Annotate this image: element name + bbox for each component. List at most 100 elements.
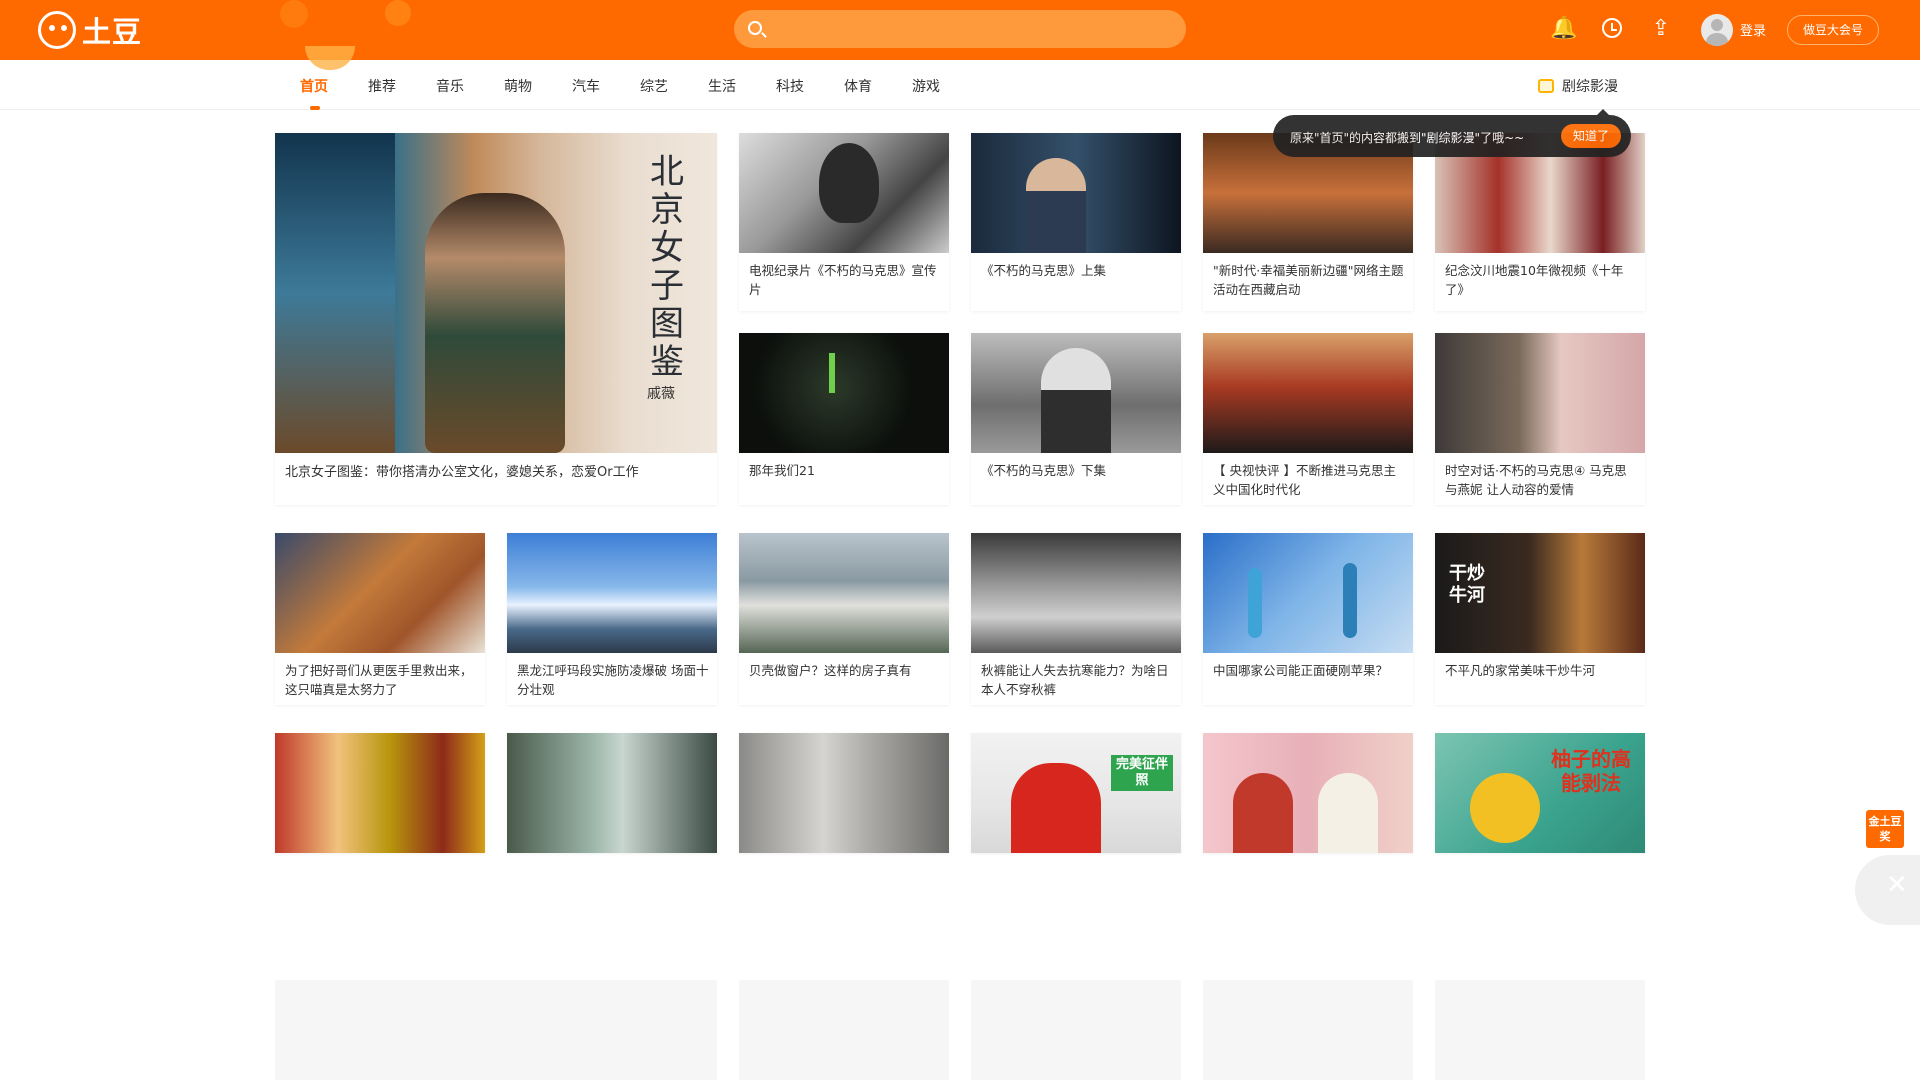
search-icon[interactable]	[748, 21, 762, 35]
tooltip-text: 原来"首页"的内容都搬到"剧综影漫"了哦~~	[1290, 131, 1525, 145]
tv-icon	[1538, 79, 1554, 93]
loading-placeholder	[1203, 980, 1413, 1080]
video-card[interactable]	[739, 733, 949, 853]
video-card[interactable]: 干炒牛河 不平凡的家常美味干炒牛河	[1435, 533, 1645, 705]
video-title[interactable]: 贝壳做窗户？这样的房子真有	[749, 661, 941, 680]
upload-icon[interactable]: ⇪	[1648, 16, 1674, 42]
loading-placeholder	[739, 980, 949, 1080]
video-card[interactable]: 《不朽的马克思》下集	[971, 333, 1181, 505]
thumbnail-art	[275, 133, 395, 453]
video-thumbnail[interactable]: 完美征伴照	[971, 733, 1181, 853]
video-thumbnail[interactable]	[971, 533, 1181, 653]
migration-tooltip: 原来"首页"的内容都搬到"剧综影漫"了哦~~ 知道了	[1273, 109, 1631, 157]
video-card[interactable]: 时空对话·不朽的马克思④ 马克思与燕妮 让人动容的爱情	[1435, 333, 1645, 505]
video-thumbnail[interactable]: 北京女子图鉴 戚薇	[275, 133, 717, 453]
video-title[interactable]: "新时代·幸福美丽新边疆"网络主题活动在西藏启动	[1213, 261, 1405, 299]
thumbnail-art	[1233, 773, 1293, 853]
video-thumbnail[interactable]	[507, 733, 717, 853]
video-card[interactable]: 贝壳做窗户？这样的房子真有	[739, 533, 949, 705]
video-title[interactable]: 不平凡的家常美味干炒牛河	[1445, 661, 1637, 680]
video-title[interactable]: 《不朽的马克思》上集	[981, 261, 1173, 280]
video-card[interactable]	[507, 733, 717, 853]
video-card[interactable]: 中国哪家公司能正面硬刚苹果？	[1203, 533, 1413, 705]
tab-music[interactable]: 音乐	[436, 76, 464, 96]
thumbnail-art	[819, 143, 879, 223]
video-card[interactable]: "新时代·幸福美丽新边疆"网络主题活动在西藏启动	[1203, 133, 1413, 311]
video-title[interactable]: 电视纪录片《不朽的马克思》宣传片	[749, 261, 941, 299]
tab-tech[interactable]: 科技	[776, 76, 804, 96]
tab-auto[interactable]: 汽车	[572, 76, 600, 96]
avatar[interactable]	[1701, 14, 1733, 46]
video-title[interactable]: 中国哪家公司能正面硬刚苹果？	[1213, 661, 1405, 680]
tab-recommend[interactable]: 推荐	[368, 76, 396, 96]
search-box[interactable]	[734, 10, 1186, 48]
video-card[interactable]: 电视纪录片《不朽的马克思》宣传片	[739, 133, 949, 311]
tab-variety[interactable]: 综艺	[640, 76, 668, 96]
video-card[interactable]: 秋裤能让人失去抗寒能力？为啥日本人不穿秋裤	[971, 533, 1181, 705]
video-card[interactable]: 完美征伴照	[971, 733, 1181, 853]
video-title[interactable]: 《不朽的马克思》下集	[981, 461, 1173, 480]
drama-link[interactable]: 剧综影漫	[1538, 76, 1618, 96]
video-thumbnail[interactable]	[971, 133, 1181, 253]
video-card[interactable]	[275, 733, 485, 853]
video-thumbnail[interactable]: 柚子的高能剥法	[1435, 733, 1645, 853]
video-thumbnail[interactable]	[739, 133, 949, 253]
close-icon[interactable]: ✕	[1886, 870, 1908, 900]
loading-placeholder	[1435, 980, 1645, 1080]
thumbnail-art	[1011, 763, 1101, 853]
video-thumbnail[interactable]	[1203, 533, 1413, 653]
tab-life[interactable]: 生活	[708, 76, 736, 96]
poster-title: 北京女子图鉴	[650, 152, 684, 382]
video-title[interactable]: 【 央视快评 】不断推进马克思主义中国化时代化	[1213, 461, 1405, 499]
video-title[interactable]: 北京女子图鉴：带你搭清办公室文化，婆媳关系，恋爱Or工作	[285, 463, 709, 482]
header-decoration	[385, 0, 411, 26]
video-card[interactable]: 柚子的高能剥法	[1435, 733, 1645, 853]
video-title[interactable]: 为了把好哥们从更医手里救出来，这只喵真是太努力了	[285, 661, 477, 699]
video-title[interactable]: 那年我们21	[749, 461, 941, 480]
video-title[interactable]: 纪念汶川地震10年微视频《十年了》	[1445, 261, 1637, 299]
thumbnail-art	[1026, 158, 1086, 253]
tab-games[interactable]: 游戏	[912, 76, 940, 96]
thumbnail-badge: 完美征伴照	[1111, 755, 1173, 791]
gold-tudou-award-badge[interactable]: 金土豆奖	[1866, 810, 1904, 848]
nav-decoration	[305, 46, 355, 70]
tab-home[interactable]: 首页	[300, 76, 328, 110]
video-thumbnail[interactable]	[1203, 333, 1413, 453]
creator-button[interactable]: 做豆大会号	[1787, 15, 1879, 45]
bell-icon[interactable]: 🔔	[1550, 16, 1577, 42]
video-thumbnail[interactable]: 干炒牛河	[1435, 533, 1645, 653]
video-thumbnail[interactable]	[1203, 733, 1413, 853]
video-card[interactable]: 为了把好哥们从更医手里救出来，这只喵真是太努力了	[275, 533, 485, 705]
video-card[interactable]: 《不朽的马克思》上集	[971, 133, 1181, 311]
tab-pets[interactable]: 萌物	[504, 76, 532, 96]
video-card[interactable]: 北京女子图鉴 戚薇 北京女子图鉴：带你搭清办公室文化，婆媳关系，恋爱Or工作	[275, 133, 717, 505]
tudou-logo[interactable]: 土豆	[38, 10, 142, 50]
video-thumbnail[interactable]	[275, 733, 485, 853]
got-it-button[interactable]: 知道了	[1561, 124, 1621, 148]
video-thumbnail[interactable]	[739, 333, 949, 453]
video-card[interactable]	[1203, 733, 1413, 853]
video-thumbnail[interactable]	[507, 533, 717, 653]
video-title[interactable]: 时空对话·不朽的马克思④ 马克思与燕妮 让人动容的爱情	[1445, 461, 1637, 499]
video-title[interactable]: 黑龙江呼玛段实施防凌爆破 场面十分壮观	[517, 661, 709, 699]
video-thumbnail[interactable]	[1435, 333, 1645, 453]
video-thumbnail[interactable]	[739, 533, 949, 653]
video-card[interactable]: 黑龙江呼玛段实施防凌爆破 场面十分壮观	[507, 533, 717, 705]
drama-link-label: 剧综影漫	[1562, 79, 1618, 95]
login-link[interactable]: 登录	[1740, 20, 1766, 39]
video-card[interactable]: 那年我们21	[739, 333, 949, 505]
tab-sports[interactable]: 体育	[844, 76, 872, 96]
thumbnail-caption: 干炒牛河	[1449, 563, 1485, 606]
video-thumbnail[interactable]	[739, 733, 949, 853]
history-clock-icon[interactable]	[1599, 16, 1625, 42]
thumbnail-art	[1041, 348, 1111, 453]
thumbnail-art	[1343, 563, 1357, 638]
video-card[interactable]: 纪念汶川地震10年微视频《十年了》	[1435, 133, 1645, 311]
video-card[interactable]: 【 央视快评 】不断推进马克思主义中国化时代化	[1203, 333, 1413, 505]
logo-text: 土豆	[82, 15, 143, 49]
poster-name: 戚薇	[647, 386, 675, 402]
video-thumbnail[interactable]	[971, 333, 1181, 453]
header-decoration	[280, 0, 308, 28]
video-thumbnail[interactable]	[275, 533, 485, 653]
video-title[interactable]: 秋裤能让人失去抗寒能力？为啥日本人不穿秋裤	[981, 661, 1173, 699]
